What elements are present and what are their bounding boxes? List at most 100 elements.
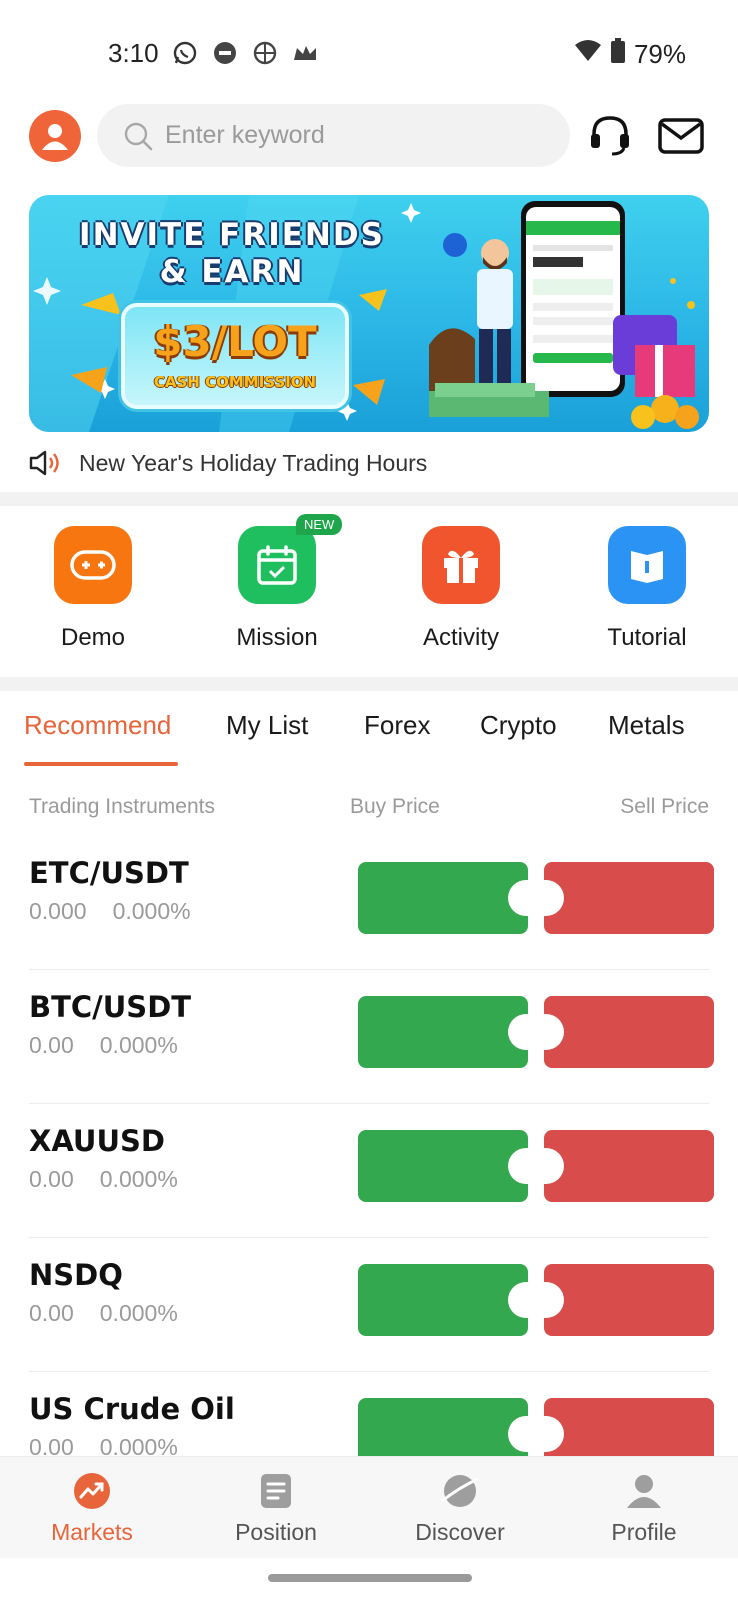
announcement-bar[interactable]: New Year's Holiday Trading Hours: [29, 446, 427, 480]
tutorial-icon-tile: [608, 526, 686, 604]
active-tab-indicator: [24, 762, 178, 766]
mail-icon: [658, 118, 704, 154]
demo-icon-tile: [54, 526, 132, 604]
instrument-row[interactable]: ETC/USDT 0.000 0.000%: [0, 836, 738, 970]
instrument-change: 0.000%: [99, 1032, 178, 1058]
search-bar[interactable]: [97, 104, 570, 167]
instrument-values: 0.00 0.000%: [29, 1300, 178, 1327]
crown-notification-icon: [292, 40, 318, 66]
status-time: 3:10: [108, 38, 159, 68]
whatsapp-icon: [172, 40, 198, 66]
tab-my-list[interactable]: My List: [226, 710, 308, 741]
quick-action-label: Tutorial: [607, 624, 687, 651]
instrument-symbol: US Crude Oil: [29, 1392, 235, 1426]
instrument-price: 0.00: [29, 1166, 74, 1192]
nav-label: Position: [235, 1519, 317, 1545]
buy-button[interactable]: [358, 1264, 528, 1336]
instrument-price: 0.00: [29, 1032, 74, 1058]
tab-metals[interactable]: Metals: [608, 710, 685, 741]
search-icon: [124, 122, 153, 150]
bottom-nav: Markets Position Discover Profile: [0, 1456, 738, 1558]
spread-notch: [508, 880, 564, 916]
header: [0, 104, 738, 168]
instrument-symbol: XAUUSD: [29, 1124, 165, 1158]
nav-label: Profile: [611, 1519, 677, 1545]
instrument-change: 0.000%: [99, 1434, 178, 1456]
instrument-symbol: NSDQ: [29, 1258, 123, 1292]
calendar-check-icon: [257, 545, 297, 585]
quick-action-label: Mission: [236, 624, 318, 651]
support-button[interactable]: [588, 114, 632, 158]
sell-button[interactable]: [544, 1264, 714, 1336]
app-notification-icon: [212, 40, 238, 66]
user-icon: [42, 124, 68, 150]
buy-button[interactable]: [358, 1398, 528, 1456]
sell-button[interactable]: [544, 1398, 714, 1456]
buy-button[interactable]: [358, 862, 528, 934]
buy-button[interactable]: [358, 996, 528, 1068]
home-indicator[interactable]: [268, 1574, 472, 1582]
promo-banner[interactable]: INVITE FRIENDS & EARN $3/LOT CASH COMMIS…: [29, 195, 709, 432]
quick-action-tutorial[interactable]: Tutorial: [592, 526, 702, 652]
instrument-change: 0.000%: [99, 1300, 178, 1326]
tab-crypto[interactable]: Crypto: [480, 710, 557, 741]
instrument-row[interactable]: NSDQ 0.00 0.000%: [0, 1238, 738, 1372]
buy-button[interactable]: [358, 1130, 528, 1202]
sell-button[interactable]: [544, 862, 714, 934]
new-badge: NEW: [296, 514, 343, 535]
banner-illustration: [429, 201, 699, 429]
tab-forex[interactable]: Forex: [364, 710, 430, 741]
column-headers: Trading Instruments Buy Price Sell Price: [0, 795, 738, 825]
spread-notch: [508, 1416, 564, 1452]
quick-actions: Demo NEW Mission Activity Tutorial: [0, 512, 738, 664]
column-sell: Sell Price: [620, 795, 709, 818]
quick-action-label: Demo: [60, 624, 126, 651]
instrument-price: 0.000: [29, 898, 87, 924]
instrument-row[interactable]: BTC/USDT 0.00 0.000%: [0, 970, 738, 1104]
mail-button[interactable]: [658, 118, 704, 154]
section-divider: [0, 492, 738, 506]
avatar[interactable]: [29, 110, 81, 162]
nav-position[interactable]: Position: [216, 1471, 336, 1546]
instrument-row[interactable]: US Crude Oil 0.00 0.000%: [0, 1372, 738, 1456]
sell-button[interactable]: [544, 996, 714, 1068]
wifi-icon: [574, 39, 602, 70]
gamepad-icon: [70, 550, 116, 580]
quick-action-activity[interactable]: Activity: [406, 526, 516, 652]
quick-action-demo[interactable]: Demo: [38, 526, 148, 652]
quick-action-label: Activity: [422, 624, 499, 651]
battery-percent: 79%: [633, 39, 686, 69]
banner-title: INVITE FRIENDS & EARN: [79, 217, 385, 290]
tab-recommend[interactable]: Recommend: [24, 710, 171, 741]
instrument-price: 0.00: [29, 1300, 74, 1326]
notification-icons: [172, 40, 318, 66]
search-input[interactable]: [165, 121, 545, 150]
markets-icon: [72, 1471, 112, 1511]
speaker-icon: [29, 450, 59, 476]
sell-button[interactable]: [544, 1130, 714, 1202]
document-icon: [256, 1471, 296, 1511]
planet-icon: [440, 1471, 480, 1511]
nav-discover[interactable]: Discover: [400, 1471, 520, 1546]
column-instrument: Trading Instruments: [29, 795, 215, 818]
nav-markets[interactable]: Markets: [32, 1471, 152, 1546]
spread-notch: [508, 1148, 564, 1184]
instrument-symbol: ETC/USDT: [29, 856, 189, 890]
instrument-row[interactable]: XAUUSD 0.00 0.000%: [0, 1104, 738, 1238]
nav-label: Discover: [415, 1519, 505, 1545]
globe-notification-icon: [252, 40, 278, 66]
person-icon: [624, 1471, 664, 1511]
instrument-values: 0.00 0.000%: [29, 1032, 178, 1059]
status-bar: 3:10 79%: [0, 0, 738, 112]
instrument-symbol: BTC/USDT: [29, 990, 192, 1024]
instrument-change: 0.000%: [112, 898, 191, 924]
book-icon: [631, 551, 663, 583]
nav-profile[interactable]: Profile: [584, 1471, 704, 1546]
section-divider: [0, 677, 738, 691]
gift-icon: [444, 550, 478, 583]
instrument-values: 0.00 0.000%: [29, 1166, 178, 1193]
spread-notch: [508, 1014, 564, 1050]
quick-action-mission[interactable]: NEW Mission: [222, 514, 343, 652]
mission-icon-tile: [238, 526, 316, 604]
battery-icon: [610, 38, 626, 71]
